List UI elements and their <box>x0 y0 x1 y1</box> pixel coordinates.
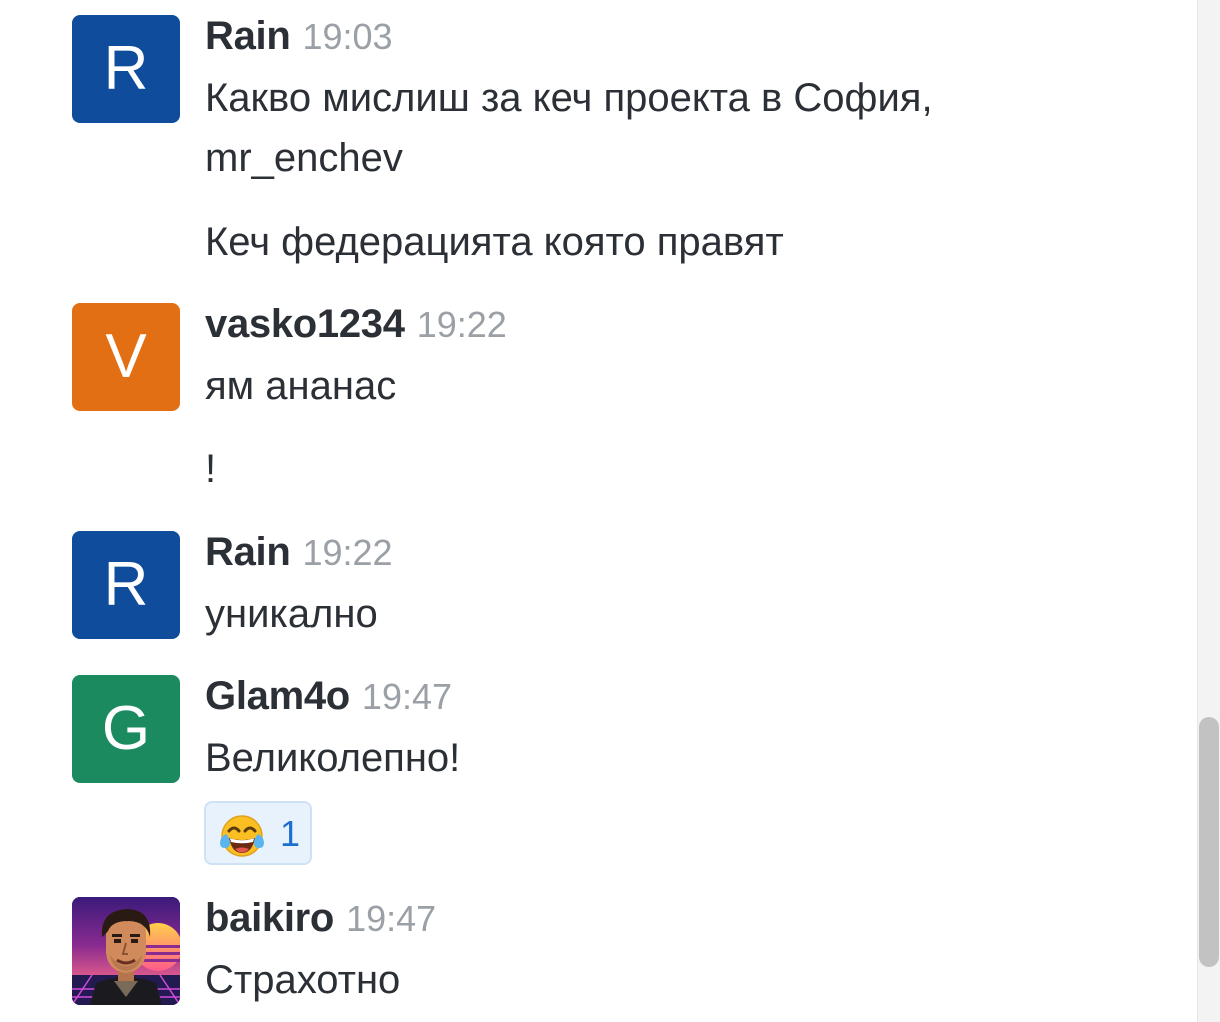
reaction-count: 1 <box>280 813 301 854</box>
message-header: vasko1234 19:22 <box>205 302 507 347</box>
timestamp[interactable]: 19:47 <box>346 898 436 939</box>
message-header: Glam4o 19:47 <box>205 674 452 719</box>
message-header: baikiro 19:47 <box>205 896 436 941</box>
author-name[interactable]: vasko1234 <box>205 302 405 346</box>
pixel-art-portrait-icon <box>72 897 180 1005</box>
avatar[interactable]: R <box>72 531 180 639</box>
scrollbar-thumb[interactable] <box>1199 717 1219 967</box>
chat-messages: R Rain 19:03 Какво мислиш за кеч проекта … <box>0 0 1220 1022</box>
author-name[interactable]: Rain <box>205 14 291 58</box>
timestamp[interactable]: 19:22 <box>302 532 392 573</box>
author-name[interactable]: baikiro <box>205 896 334 940</box>
message-header: Rain 19:03 <box>205 14 393 59</box>
message-text: ! <box>205 447 217 491</box>
message-text: Страхотно <box>205 958 401 1002</box>
message-text: Кеч федерацията която правят <box>205 220 784 264</box>
message-text: Великолепно! <box>205 736 461 780</box>
timestamp[interactable]: 19:47 <box>362 676 452 717</box>
author-name[interactable]: Rain <box>205 530 291 574</box>
author-name[interactable]: Glam4o <box>205 674 350 718</box>
avatar[interactable]: V <box>72 303 180 411</box>
message-header: Rain 19:22 <box>205 530 393 575</box>
reaction-button[interactable]: 1 <box>204 801 312 865</box>
avatar[interactable]: R <box>72 15 180 123</box>
avatar[interactable] <box>72 897 180 1005</box>
face-with-tears-of-joy-icon <box>218 811 266 859</box>
avatar[interactable]: G <box>72 675 180 783</box>
message-text: Какво мислиш за кеч проекта в София, <box>205 76 933 120</box>
timestamp[interactable]: 19:22 <box>417 304 507 345</box>
timestamp[interactable]: 19:03 <box>302 16 392 57</box>
message-text: mr_enchev <box>205 136 403 180</box>
message-text: ям ананас <box>205 364 397 408</box>
message-text: уникално <box>205 592 378 636</box>
